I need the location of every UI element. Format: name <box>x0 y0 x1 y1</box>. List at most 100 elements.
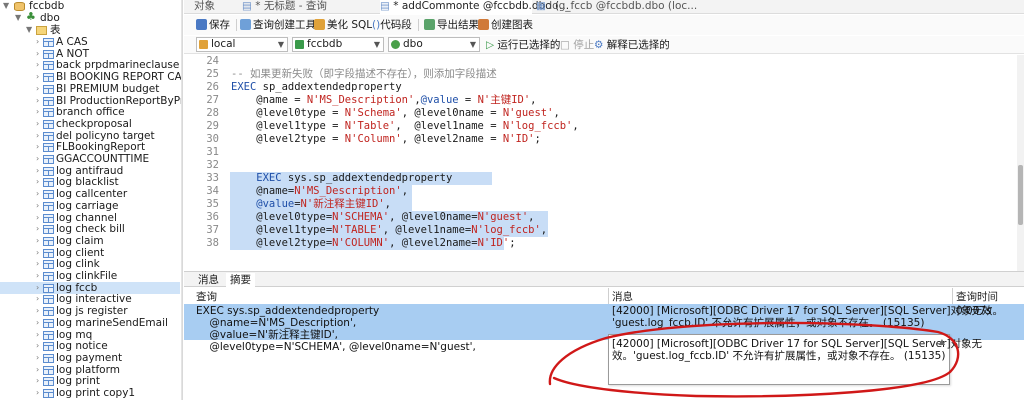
chart-icon <box>478 19 489 30</box>
table-icon <box>43 389 54 398</box>
line-number-gutter: 24 25 26 27 28 29 30 31 32 33 34 35 36 37 38 <box>184 55 224 271</box>
sql-text: , @level0name= <box>389 211 478 223</box>
tree-table-item[interactable]: › log print <box>0 375 180 387</box>
tree-table-item[interactable]: › log notice <box>0 340 180 352</box>
tree-table-item[interactable]: › branch office <box>0 106 180 118</box>
tree-table-item[interactable]: › log fccb <box>0 281 180 294</box>
stop-label: 停止 <box>573 39 595 51</box>
toolbar-divider <box>418 19 419 31</box>
run-selected-label: 运行已选择的 <box>497 39 561 51</box>
sql-editor[interactable]: 24 25 26 27 28 29 30 31 32 33 34 35 36 37 38 -- 如果更新失败… <box>184 55 1024 271</box>
tree-table-label: log clink <box>56 258 100 271</box>
tree-schema-node[interactable]: ▼ dbo <box>0 11 180 24</box>
sql-text: ; <box>509 237 516 249</box>
run-selected-button[interactable]: ▷ 运行已选择的 <box>486 38 560 52</box>
tab-untitled-query[interactable]: ▤ * 无标题 - 查询 <box>242 0 372 14</box>
editor-scroll-thumb[interactable] <box>1018 165 1023 225</box>
query-builder-button[interactable]: 查询创建工具 <box>240 18 316 32</box>
line-number: 26 <box>206 81 219 93</box>
tree-table-item[interactable]: › log client <box>0 247 180 259</box>
tab-messages[interactable]: 消息 <box>194 273 223 287</box>
tree-scrollbar[interactable] <box>181 0 182 400</box>
save-button[interactable]: 保存 <box>196 18 230 32</box>
tree-table-item[interactable]: › log platform <box>0 364 180 376</box>
table-icon <box>43 295 54 305</box>
tree-table-item[interactable]: › back prpdmarineclause <box>0 59 180 71</box>
table-icon <box>43 178 54 188</box>
chevron-down-icon[interactable]: ▼ <box>26 24 34 36</box>
tree-tables-folder[interactable]: ▼ 表 <box>0 24 180 36</box>
line-number: 24 <box>206 55 219 67</box>
tree-table-item[interactable]: › log claim <box>0 235 180 247</box>
sql-text: @level1type = <box>231 120 345 132</box>
tab-objects[interactable]: 对象 <box>194 0 234 14</box>
tree-table-item[interactable]: › log mq <box>0 329 180 341</box>
tree-table-item[interactable]: › log blacklist <box>0 176 180 188</box>
tree-table-item[interactable]: › log print copy1 <box>0 387 180 399</box>
column-header-message[interactable]: 消息 <box>612 290 633 304</box>
tree-table-item[interactable]: › log payment <box>0 352 180 364</box>
tab-summary[interactable]: 摘要 <box>226 273 255 287</box>
tree-table-item[interactable]: › checkproposal <box>0 118 180 130</box>
tree-table-item[interactable]: › BI PREMIUM budget <box>0 83 180 95</box>
line-number: 29 <box>206 120 219 132</box>
tree-table-item[interactable]: › A CAS <box>0 36 180 48</box>
sql-comment: -- 如果更新失败（即字段描述不存在），则添加字段描述 <box>231 68 497 80</box>
table-icon <box>43 248 54 258</box>
table-icon <box>43 330 54 340</box>
sql-string: N'log_fccb' <box>502 120 573 132</box>
tree-table-item[interactable]: › GGACCOUNTTIME <box>0 153 180 165</box>
sql-keyword: EXEC <box>231 172 282 184</box>
tree-table-item[interactable]: › log marineSendEmail <box>0 317 180 329</box>
tree-table-label: A CAS <box>56 36 88 48</box>
tree-table-item[interactable]: › log carriage <box>0 200 180 212</box>
tree-table-item[interactable]: › BI ProductionReportByProd <box>0 95 182 107</box>
database-icon <box>14 2 25 11</box>
tab-log-fccb[interactable]: ▦ log_fccb @fccbdb.dbo (loc... <box>536 0 706 14</box>
table-icon <box>43 318 54 328</box>
tree-table-item[interactable]: › del policyno target <box>0 130 180 142</box>
tree-table-item[interactable]: › log clinkFile <box>0 270 180 282</box>
chevron-down-icon[interactable]: ▼ <box>15 12 23 24</box>
beautify-sql-button[interactable]: 美化 SQL <box>314 18 372 32</box>
connection-icon <box>199 40 208 49</box>
database-select[interactable]: fccbdb ▼ <box>292 37 384 52</box>
code-line-37: @level1type=N'TABLE', @level1name=N'log_… <box>231 224 547 237</box>
chevron-down-icon[interactable]: ▼ <box>3 0 11 12</box>
object-tree[interactable]: ▼ fccbdb ▼ dbo ▼ 表 ›A CAS›A NOT›back prp… <box>0 0 183 400</box>
tree-table-label: del policyno target <box>56 129 155 142</box>
tree-table-item[interactable]: › log interactive <box>0 293 180 305</box>
tree-table-item[interactable]: › log clink <box>0 258 180 270</box>
tree-table-item[interactable]: › log channel <box>0 212 180 224</box>
column-divider[interactable] <box>608 288 609 304</box>
explain-selected-button[interactable]: ⚙ 解释已选择的 <box>594 38 670 52</box>
tree-table-item[interactable]: › BI BOOKING REPORT CAS <box>0 71 182 83</box>
tooltip-scroll-up-icon[interactable]: ▲ <box>939 337 945 346</box>
tree-table-item[interactable]: › log js register <box>0 305 180 317</box>
sql-text: , <box>528 211 535 223</box>
sql-text: sp_addextendedproperty <box>256 81 402 93</box>
tree-table-label: log blacklist <box>56 176 119 189</box>
tree-table-item[interactable]: › A NOT <box>0 48 180 60</box>
tree-table-item[interactable]: › log check bill <box>0 223 180 235</box>
export-result-button[interactable]: 导出结果 <box>424 18 479 32</box>
code-snippet-button[interactable]: ()代码段 <box>372 18 412 32</box>
line-number: 37 <box>206 224 219 236</box>
connection-select[interactable]: local ▼ <box>196 37 288 52</box>
create-chart-button[interactable]: 创建图表 <box>478 18 533 32</box>
table-icon <box>43 108 54 118</box>
stop-icon: □ <box>560 39 570 51</box>
editor-scrollbar[interactable] <box>1017 55 1024 271</box>
tree-table-item[interactable]: › log antifraud <box>0 165 180 177</box>
result-grid[interactable]: 查询 消息 查询时间 EXEC sys.sp_addextendedproper… <box>184 288 1024 400</box>
tab-add-comment[interactable]: ▤ * addCommonte @fccbdb.dbo (... <box>380 0 569 14</box>
column-header-query[interactable]: 查询 <box>196 290 217 304</box>
schema-select[interactable]: dbo ▼ <box>388 37 480 52</box>
column-header-time[interactable]: 查询时间 <box>956 290 998 304</box>
connection-value: local <box>211 38 236 50</box>
tree-table-item[interactable]: › FLBookingReport <box>0 141 180 153</box>
sql-string: N'TABLE' <box>332 224 383 236</box>
column-divider[interactable] <box>952 288 953 304</box>
stop-button[interactable]: □ 停止 <box>560 38 594 52</box>
tree-table-item[interactable]: › log callcenter <box>0 188 180 200</box>
